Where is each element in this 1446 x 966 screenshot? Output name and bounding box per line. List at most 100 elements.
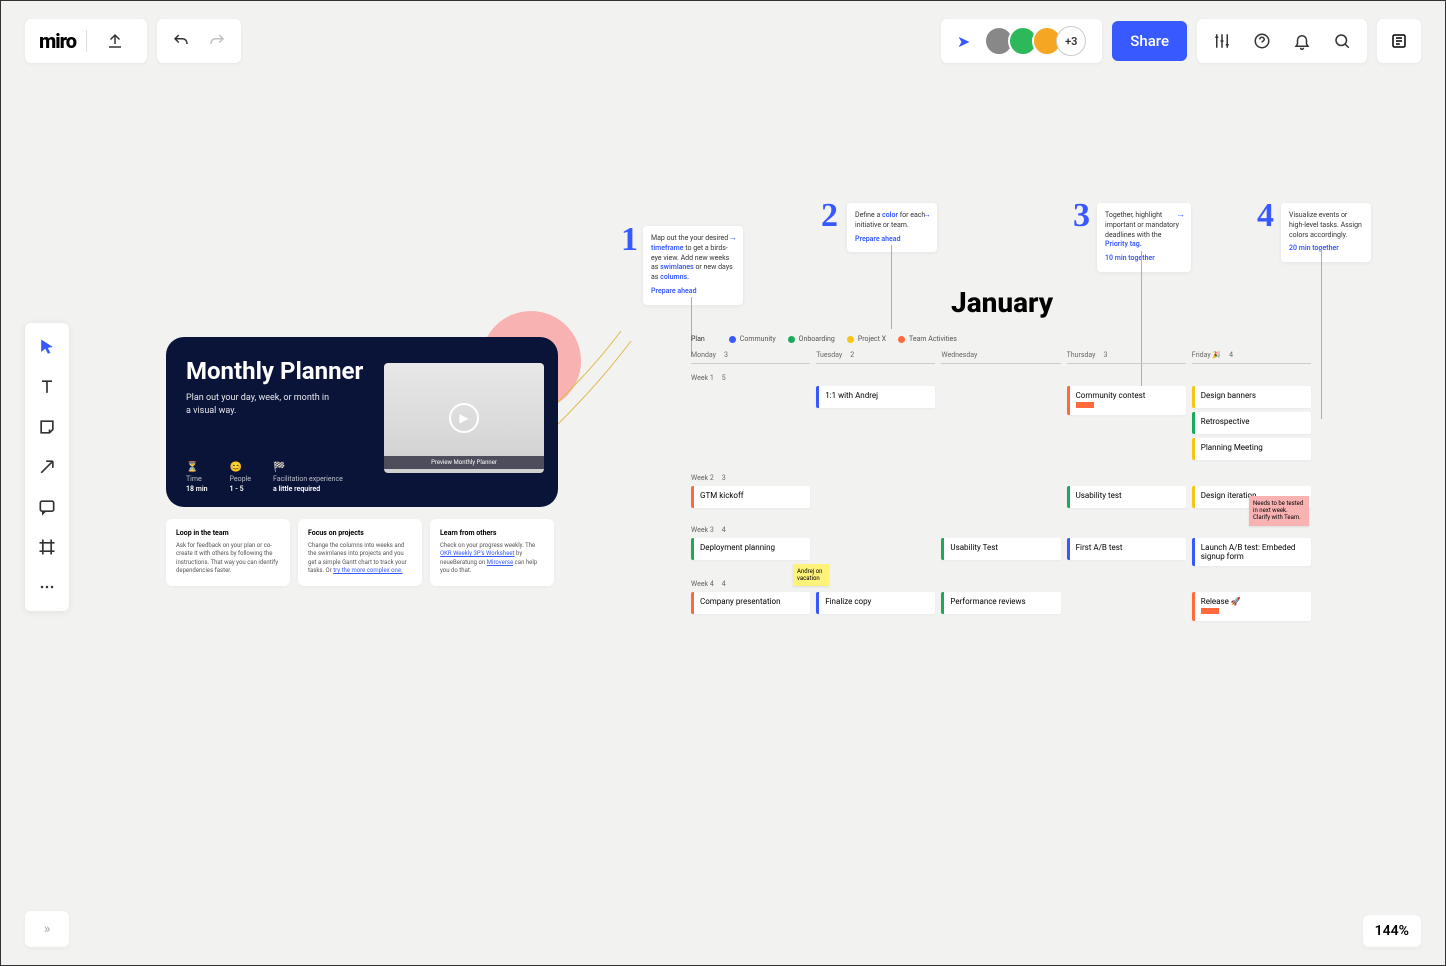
avatar-stack[interactable]: +3 <box>982 26 1094 56</box>
hint-bubble-3[interactable]: → Together, highlight important or manda… <box>1097 203 1191 272</box>
hourglass-icon: ⏳ <box>186 462 208 473</box>
share-button[interactable]: Share <box>1112 21 1187 61</box>
app-logo[interactable]: miro <box>39 29 76 53</box>
video-thumbnail[interactable]: ▶ Preview Monthly Planner <box>384 363 544 473</box>
arrow-icon: → <box>728 232 737 245</box>
bell-icon[interactable] <box>1283 19 1321 63</box>
calendar-cell[interactable] <box>816 538 935 570</box>
week-label: Week 34 <box>691 526 1311 534</box>
calendar-cell[interactable]: Launch A/B test: Embeded signup form <box>1192 538 1311 570</box>
legend-item: Team Activities <box>898 335 957 343</box>
more-tools-icon[interactable] <box>25 567 69 607</box>
calendar-cell[interactable] <box>1067 592 1186 625</box>
tip-card[interactable]: Focus on projects Change the columns int… <box>298 519 422 586</box>
cursor-icon[interactable]: ➤ <box>949 32 978 51</box>
calendar-cell[interactable] <box>941 386 1060 464</box>
left-toolbar <box>25 323 69 611</box>
event-card[interactable]: Finalize copy <box>816 592 935 614</box>
calendar-cell[interactable]: Company presentation <box>691 592 810 625</box>
event-card[interactable]: Performance reviews <box>941 592 1060 614</box>
hint-number-3: 3 <box>1073 197 1090 235</box>
sticky-note-yellow[interactable]: Andrej on vacation <box>793 564 829 586</box>
upload-icon[interactable] <box>97 19 133 63</box>
intro-subtitle: Plan out your day, week, or month in a v… <box>186 392 336 417</box>
arrow-tool-icon[interactable] <box>25 447 69 487</box>
tips-row: Loop in the team Ask for feedback on you… <box>166 519 554 586</box>
calendar-row: 1:1 with AndrejCommunity contestDesign b… <box>691 386 1311 464</box>
settings-icon[interactable] <box>1203 19 1241 63</box>
sticky-note-pink[interactable]: Needs to be tested in next week. Clarify… <box>1249 496 1309 526</box>
calendar-cell[interactable]: Usability Test <box>941 538 1060 570</box>
select-tool-icon[interactable] <box>25 327 69 367</box>
history-box <box>157 19 241 63</box>
intro-meta: ⏳Time18 min 😊People1 - 5 🏁Facilitation e… <box>186 462 343 493</box>
calendar-cell[interactable]: Finalize copy <box>816 592 935 625</box>
calendar-row: Company presentation Finalize copy Perform… <box>691 592 1311 625</box>
undo-icon[interactable] <box>163 19 199 63</box>
comment-tool-icon[interactable] <box>25 487 69 527</box>
tip-link[interactable]: try the more complex one. <box>333 567 402 574</box>
calendar-cell[interactable] <box>816 486 935 516</box>
activity-icon[interactable] <box>1377 19 1421 63</box>
sticky-tool-icon[interactable] <box>25 407 69 447</box>
calendar-cell[interactable]: GTM kickoff <box>691 486 810 516</box>
avatar-more[interactable]: +3 <box>1056 26 1086 56</box>
month-title: January <box>951 286 1311 319</box>
hint-number-4: 4 <box>1257 197 1274 235</box>
top-left-toolbar: miro <box>25 19 241 63</box>
day-header: Wednesday <box>941 351 1060 364</box>
event-card[interactable]: 1:1 with Andrej <box>816 386 935 408</box>
play-icon[interactable]: ▶ <box>449 403 479 433</box>
tip-link[interactable]: Miroverse <box>487 559 513 566</box>
event-card[interactable]: Deployment planning <box>691 538 810 560</box>
utility-icons <box>1197 19 1367 63</box>
day-header: Thursday3 <box>1067 351 1186 364</box>
top-right-toolbar: ➤ +3 Share <box>941 19 1421 63</box>
calendar-cell[interactable] <box>691 386 810 464</box>
text-tool-icon[interactable] <box>25 367 69 407</box>
arrow-icon: → <box>1176 209 1185 222</box>
calendar[interactable]: January Plan CommunityOnboardingProject … <box>691 286 1311 625</box>
hint-number-1: 1 <box>621 221 638 259</box>
week-label: Week 23 <box>691 474 1311 482</box>
search-icon[interactable] <box>1323 19 1361 63</box>
frame-tool-icon[interactable] <box>25 527 69 567</box>
event-card[interactable]: Usability test <box>1067 486 1186 508</box>
day-header: Tuesday2 <box>816 351 935 364</box>
event-card[interactable]: Company presentation <box>691 592 810 614</box>
event-card[interactable]: Design banners <box>1192 386 1311 408</box>
calendar-cell[interactable]: Usability test <box>1067 486 1186 516</box>
intro-card[interactable]: Monthly Planner Plan out your day, week,… <box>166 337 558 507</box>
calendar-header: Monday3Tuesday2WednesdayThursday3Friday … <box>691 351 1311 364</box>
help-icon[interactable] <box>1243 19 1281 63</box>
calendar-cell[interactable]: Community contest <box>1067 386 1186 464</box>
tip-card[interactable]: Learn from others Check on your progress… <box>430 519 554 586</box>
thumb-caption: Preview Monthly Planner <box>384 456 544 469</box>
event-card[interactable]: Usability Test <box>941 538 1060 560</box>
tip-link[interactable]: OKR Weekly 3P's Worksheet <box>440 550 515 557</box>
hint-bubble-2[interactable]: → Define a color for each initiative or … <box>847 203 937 252</box>
event-card[interactable]: GTM kickoff <box>691 486 810 508</box>
event-card[interactable]: Launch A/B test: Embeded signup form <box>1192 538 1311 566</box>
connector-line <box>1321 249 1322 419</box>
redo-icon[interactable] <box>199 19 235 63</box>
calendar-cell[interactable]: Performance reviews <box>941 592 1060 625</box>
smile-icon: 😊 <box>230 462 251 473</box>
calendar-cell[interactable]: First A/B test <box>1067 538 1186 570</box>
event-card[interactable]: Retrospective <box>1192 412 1311 434</box>
arrow-icon: → <box>922 209 931 222</box>
event-card[interactable]: Release 🚀 <box>1192 592 1311 621</box>
calendar-cell[interactable]: Release 🚀 <box>1192 592 1311 625</box>
calendar-cell[interactable]: Design banners Retrospective Planning Meet… <box>1192 386 1311 464</box>
event-card[interactable]: First A/B test <box>1067 538 1186 560</box>
divider <box>86 30 87 52</box>
zoom-level[interactable]: 144% <box>1363 915 1421 947</box>
calendar-cell[interactable] <box>941 486 1060 516</box>
hint-bubble-4[interactable]: Visualize events or high-level tasks. As… <box>1281 203 1371 262</box>
event-card[interactable]: Planning Meeting <box>1192 438 1311 460</box>
calendar-cell[interactable]: 1:1 with Andrej <box>816 386 935 464</box>
expand-panel-icon[interactable]: » <box>25 911 69 947</box>
logo-box: miro <box>25 19 147 63</box>
event-card[interactable]: Community contest <box>1067 386 1186 415</box>
tip-card[interactable]: Loop in the team Ask for feedback on you… <box>166 519 290 586</box>
